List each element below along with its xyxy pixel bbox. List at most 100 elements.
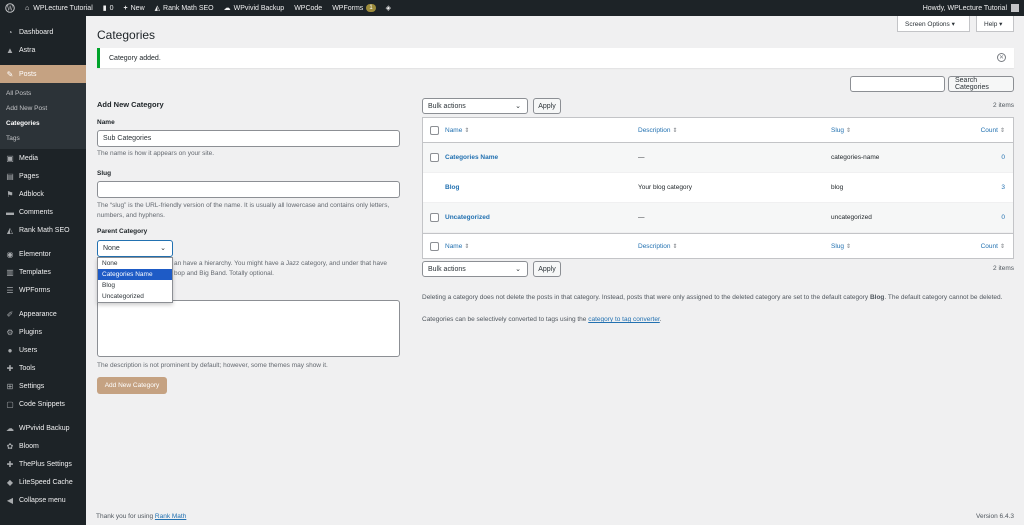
parent-category-select[interactable]: None ⌄ xyxy=(97,240,173,257)
site-name-link[interactable]: ⌂ WPLecture Tutorial xyxy=(20,0,98,16)
sidebar-item-templates[interactable]: ▥ Templates xyxy=(0,263,86,281)
rankmath-label: Rank Math SEO xyxy=(163,4,214,12)
sidebar-item-comments[interactable]: ▬ Comments xyxy=(0,203,86,221)
convert-note-end: . xyxy=(659,316,662,323)
wpforms-link[interactable]: WPForms 1 xyxy=(327,0,380,16)
sidebar-item-tools[interactable]: ✚ Tools xyxy=(0,359,86,377)
sidebar-item-code-snippets[interactable]: ▢ Code Snippets xyxy=(0,395,86,413)
category-name-link[interactable]: Uncategorized xyxy=(445,214,638,221)
description-field[interactable] xyxy=(97,300,400,357)
sidebar-item-posts[interactable]: ✎ Posts xyxy=(0,65,86,83)
astra-icon: ▲ xyxy=(6,45,14,55)
pin-icon: ✎ xyxy=(6,69,14,79)
category-count-link[interactable]: 0 xyxy=(971,154,1011,161)
select-all-checkbox-bottom[interactable] xyxy=(429,241,439,251)
sidebar-item-collapse[interactable]: ◀ Collapse menu xyxy=(0,491,86,509)
sidebar-item-rankmath[interactable]: ◭ Rank Math SEO xyxy=(0,221,86,239)
sidebar-item-bloom[interactable]: ✿ Bloom xyxy=(0,437,86,455)
sidebar-item-label: WPvivid Backup xyxy=(19,424,70,432)
column-name-footer[interactable]: Name ⇕ xyxy=(445,243,638,250)
sidebar-item-elementor[interactable]: ◉ Elementor xyxy=(0,245,86,263)
category-count-link[interactable]: 3 xyxy=(971,184,1011,191)
column-description-label: Description xyxy=(638,126,671,134)
sidebar-item-appearance[interactable]: ✐ Appearance xyxy=(0,305,86,323)
submenu-add-new-post[interactable]: Add New Post xyxy=(0,101,86,116)
column-slug-header[interactable]: Slug ⇕ xyxy=(831,127,971,134)
parent-category-label: Parent Category xyxy=(97,228,148,235)
sidebar-item-media[interactable]: ▣ Media xyxy=(0,149,86,167)
sidebar-item-adblock[interactable]: ⚑ Adblock xyxy=(0,185,86,203)
category-slug: blog xyxy=(831,184,844,191)
column-count-label: Count xyxy=(980,242,998,250)
sidebar-item-litespeed[interactable]: ◆ LiteSpeed Cache xyxy=(0,473,86,491)
templates-icon: ▥ xyxy=(6,267,14,277)
rankmath-link[interactable]: ◭ Rank Math SEO xyxy=(150,0,219,16)
slug-field[interactable] xyxy=(97,181,400,198)
add-new-category-button[interactable]: Add New Category xyxy=(97,377,167,394)
my-account-link[interactable]: Howdy, WPLecture Tutorial xyxy=(918,0,1024,16)
wordpress-logo-icon[interactable]: W xyxy=(0,0,20,16)
apply-button-bottom[interactable]: Apply xyxy=(533,261,561,277)
row-checkbox[interactable] xyxy=(429,213,439,222)
column-description-footer[interactable]: Description ⇕ xyxy=(638,243,831,250)
sidebar-item-settings[interactable]: ⊞ Settings xyxy=(0,377,86,395)
sidebar-item-dashboard[interactable]: ◔ Dashboard xyxy=(0,23,86,41)
dropdown-option-selected[interactable]: Categories Name xyxy=(98,269,172,280)
dropdown-option[interactable]: Uncategorized xyxy=(98,291,172,302)
search-input[interactable] xyxy=(850,76,945,92)
diamond-link[interactable]: ◈ xyxy=(381,0,396,16)
appearance-icon: ✐ xyxy=(6,309,14,319)
sidebar-item-users[interactable]: ● Users xyxy=(0,341,86,359)
dropdown-option[interactable]: Blog xyxy=(98,280,172,291)
column-description-header[interactable]: Description ⇕ xyxy=(638,127,831,134)
category-to-tag-converter-link[interactable]: category to tag converter xyxy=(588,316,660,323)
select-all-checkbox[interactable] xyxy=(429,125,439,135)
wpvivid-link[interactable]: ☁ WPvivid Backup xyxy=(219,0,290,16)
parent-category-dropdown: None Categories Name Blog Uncategorized xyxy=(97,257,173,303)
sidebar-item-label: Appearance xyxy=(19,310,57,318)
submenu-all-posts[interactable]: All Posts xyxy=(0,86,86,101)
submenu-categories[interactable]: Categories xyxy=(0,116,86,131)
sidebar-item-plugins[interactable]: ⚙ Plugins xyxy=(0,323,86,341)
name-field[interactable]: Sub Categories xyxy=(97,130,400,147)
pages-icon: ▤ xyxy=(6,171,14,181)
sort-icon: ⇕ xyxy=(672,243,678,250)
bloom-icon: ✿ xyxy=(6,441,14,451)
submenu-tags[interactable]: Tags xyxy=(0,131,86,146)
apply-button-top[interactable]: Apply xyxy=(533,98,561,114)
sidebar-item-wpvivid[interactable]: ☁ WPvivid Backup xyxy=(0,419,86,437)
success-notice: Category added. ✕ xyxy=(97,48,1014,68)
new-content-link[interactable]: + New xyxy=(119,0,150,16)
chevron-down-icon: ⌄ xyxy=(515,103,521,110)
dropdown-option[interactable]: None xyxy=(98,258,172,269)
sidebar-item-astra[interactable]: ▲ Astra xyxy=(0,41,86,59)
search-categories-button[interactable]: Search Categories xyxy=(948,76,1014,92)
default-category-name: Blog xyxy=(869,294,885,301)
column-slug-footer[interactable]: Slug ⇕ xyxy=(831,243,971,250)
comments-count: 0 xyxy=(109,4,114,12)
bulk-actions-select-top[interactable]: Bulk actions ⌄ xyxy=(422,98,528,114)
rankmath-footer-link[interactable]: Rank Math xyxy=(155,513,186,520)
help-button[interactable]: Help ▾ xyxy=(976,16,1014,32)
backup-icon: ☁ xyxy=(6,423,14,433)
users-icon: ● xyxy=(7,345,13,355)
category-count-link[interactable]: 0 xyxy=(971,214,1011,221)
row-checkbox[interactable] xyxy=(429,153,439,162)
category-name-link[interactable]: Categories Name xyxy=(445,154,638,161)
sidebar-item-label: Adblock xyxy=(19,190,44,198)
column-name-header[interactable]: Name ⇕ xyxy=(445,127,638,134)
sidebar-item-theplus[interactable]: ✚ ThePlus Settings xyxy=(0,455,86,473)
comments-link[interactable]: ▮ 0 xyxy=(98,0,119,16)
column-count-header[interactable]: Count ⇕ xyxy=(971,127,1011,134)
dismiss-icon[interactable]: ✕ xyxy=(997,53,1006,62)
sidebar-item-wpforms[interactable]: ☰ WPForms xyxy=(0,281,86,299)
column-count-footer[interactable]: Count ⇕ xyxy=(971,243,1011,250)
sidebar-item-pages[interactable]: ▤ Pages xyxy=(0,167,86,185)
parent-help-partial2: bop and Big Band. Totally optional. xyxy=(174,270,274,277)
bulk-actions-select-bottom[interactable]: Bulk actions ⌄ xyxy=(422,261,528,277)
delete-note-text: Deleting a category does not delete the … xyxy=(422,294,870,301)
category-name-link[interactable]: Blog xyxy=(445,184,638,191)
wpcode-link[interactable]: WPCode xyxy=(289,0,327,16)
screen-options-button[interactable]: Screen Options ▾ xyxy=(897,16,970,32)
sidebar-item-label: Tools xyxy=(19,364,36,372)
